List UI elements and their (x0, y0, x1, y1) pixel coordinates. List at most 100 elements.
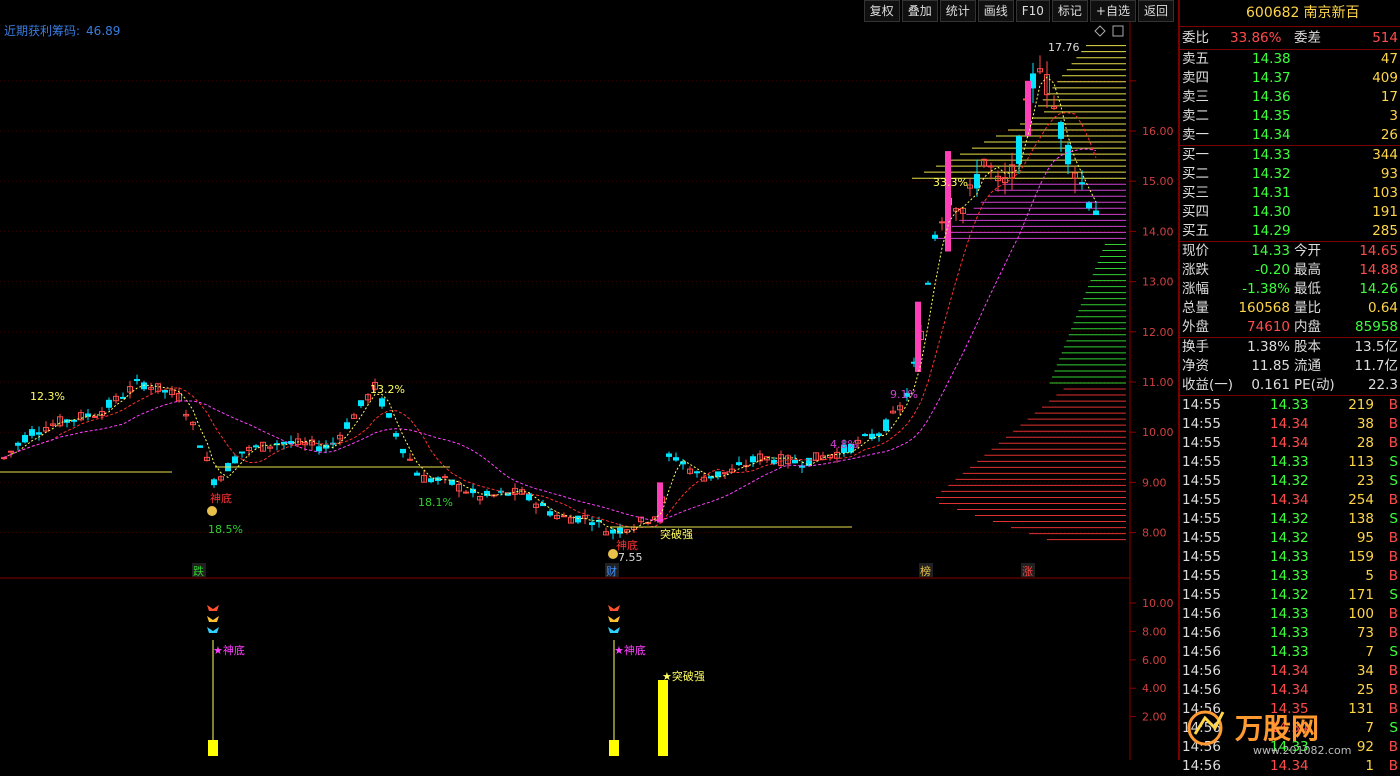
candle-body (239, 451, 245, 454)
tick-row: 14:55 14.32 23 S (1180, 472, 1400, 491)
ma-line-long (3, 148, 1097, 522)
bid-price: 14.32 (1252, 166, 1291, 182)
quote-row: 涨跌 -0.20 最高 14.88 (1180, 261, 1400, 280)
diamond-icon (1094, 25, 1106, 37)
quote-label: 最高 (1294, 262, 1321, 278)
tick-price: 14.32 (1270, 530, 1309, 546)
indicator-title: 近期获利筹码: 46.89 (4, 22, 120, 39)
candle-body (673, 457, 679, 461)
quote-row: 外盘 74610 内盘 85958 (1180, 318, 1400, 337)
candle-body (428, 478, 434, 483)
quote-label: 最低 (1294, 281, 1321, 297)
fund-value: 0.161 (1251, 377, 1290, 393)
bid-row: 买三 14.31 103 (1180, 184, 1400, 203)
tick-volume: 254 (1348, 492, 1374, 508)
tick-volume: 171 (1348, 587, 1374, 603)
candle-body (1058, 122, 1064, 139)
quote-value: 14.26 (1359, 281, 1398, 297)
bid-volume: 285 (1372, 223, 1398, 239)
tick-volume: 34 (1356, 663, 1374, 679)
quote-value: 160568 (1238, 300, 1290, 316)
price-tick-label: 8.00 (1142, 527, 1167, 540)
kline-chart[interactable]: 16.00 15.00 14.00 13.00 12.00 11.00 10.00 9.00 8… (0, 0, 1178, 760)
signal-bar (609, 740, 619, 756)
quote-value: -1.38% (1242, 281, 1290, 297)
ask-label: 卖一 (1182, 127, 1209, 143)
tick-price: 14.33 (1270, 549, 1309, 565)
tick-time: 14:56 (1182, 644, 1221, 660)
candle-body (988, 165, 994, 168)
sub-tick-label: 4.00 (1142, 682, 1167, 695)
candle-body (1065, 144, 1071, 165)
butterfly-icon (608, 605, 620, 611)
quote-row: 现价 14.33 今开 14.65 (1180, 242, 1400, 261)
f10-button[interactable]: F10 (1015, 0, 1050, 22)
ask-volume: 3 (1389, 108, 1398, 124)
bid-price: 14.33 (1252, 147, 1291, 163)
tick-time: 14:55 (1182, 492, 1221, 508)
price-tick-label: 16.00 (1142, 125, 1174, 138)
overlay-button[interactable]: 叠加 (901, 0, 938, 22)
tick-time: 14:55 (1182, 530, 1221, 546)
fund-value: 13.5亿 (1354, 339, 1398, 355)
candle-body (715, 471, 721, 477)
tick-direction: B (1388, 530, 1398, 546)
weicha-value: 514 (1372, 30, 1398, 46)
tick-price: 14.33 (1270, 454, 1309, 470)
candle-body (547, 511, 553, 516)
tick-direction: B (1388, 397, 1398, 413)
candle-body (106, 399, 112, 408)
tick-volume: 100 (1348, 606, 1374, 622)
kline-chart-area[interactable]: 16.00 15.00 14.00 13.00 12.00 11.00 10.00 9.00 8… (0, 0, 1178, 760)
candle-body (526, 493, 532, 501)
limit-up-candle (1025, 80, 1031, 137)
candle-body (92, 415, 98, 418)
signal-bar (208, 740, 218, 756)
tick-price: 14.33 (1270, 568, 1309, 584)
tick-direction: B (1388, 492, 1398, 508)
tick-price: 14.33 (1270, 397, 1309, 413)
candle-body (736, 462, 742, 466)
bid-label: 买二 (1182, 166, 1209, 182)
event-marker: 涨 (1022, 565, 1033, 578)
event-marker: 财 (606, 564, 617, 578)
tick-volume: 113 (1348, 454, 1374, 470)
bid-price: 14.29 (1252, 223, 1291, 239)
back-button[interactable]: 返回 (1137, 0, 1174, 22)
fuquan-button[interactable]: 复权 (863, 0, 900, 22)
low-price-label: 7.55 (618, 551, 643, 564)
candle-body (414, 472, 420, 476)
ask-volume: 17 (1380, 89, 1398, 105)
candle-body (393, 433, 399, 437)
pct-label: 33.3% (933, 176, 968, 189)
tick-time: 14:56 (1182, 663, 1221, 679)
ask-label: 卖二 (1182, 108, 1209, 124)
ask-volume: 26 (1380, 127, 1398, 143)
tick-direction: B (1388, 625, 1398, 641)
tick-direction: B (1388, 416, 1398, 432)
indicator-value: 46.89 (86, 24, 121, 38)
bid-row: 买四 14.30 191 (1180, 203, 1400, 222)
pct-label: 18.1% (418, 496, 453, 509)
tick-direction: S (1389, 511, 1398, 527)
candle-body (232, 456, 238, 464)
candle-body (463, 491, 469, 494)
stats-button[interactable]: 统计 (939, 0, 976, 22)
tick-price: 14.34 (1270, 492, 1309, 508)
fund-value: 1.38% (1247, 339, 1290, 355)
tupo-label: 突破强 (660, 527, 693, 541)
mark-button[interactable]: 标记 (1051, 0, 1088, 22)
quote-panel: 600682 南京新百 委比 33.86% 委差 514 卖五 14.38 47 卖四 1… (1178, 0, 1400, 774)
draw-line-button[interactable]: 画线 (977, 0, 1014, 22)
ma-line-short (3, 76, 1097, 534)
add-watchlist-button[interactable]: +自选 (1089, 0, 1136, 22)
tick-row: 14:55 14.32 171 S (1180, 586, 1400, 605)
candle-body (71, 419, 77, 422)
sub-tick-label: 10.00 (1142, 597, 1174, 610)
fund-label: 净资 (1182, 358, 1209, 374)
tick-row: 14:56 14.33 7 S (1180, 643, 1400, 662)
candle-body (29, 429, 35, 436)
bid-price: 14.30 (1252, 204, 1291, 220)
price-tick-label: 9.00 (1142, 476, 1167, 489)
fund-label: 流通 (1294, 358, 1321, 374)
